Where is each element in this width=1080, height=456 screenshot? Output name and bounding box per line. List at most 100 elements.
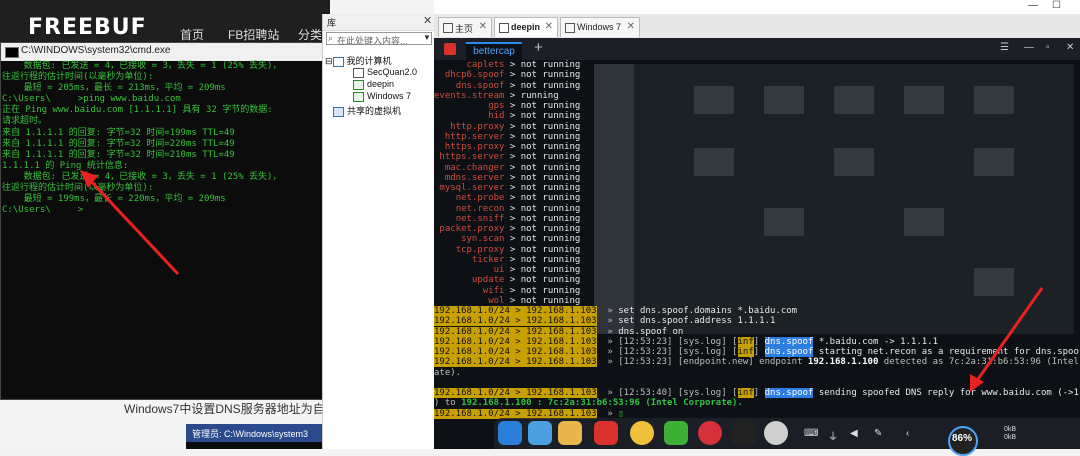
close-icon[interactable]: ✕ [479,21,487,32]
module-status: not running [520,224,581,234]
terminal-icon[interactable] [594,421,618,445]
maximize-icon[interactable]: ☐ [1052,0,1061,11]
tree-item-vm-deepin[interactable]: deepin [353,79,394,90]
site-logo[interactable]: FREEBUF [28,15,147,40]
cmd-line: 1.1.1.1 的 Ping 统计信息: [2,160,129,171]
module-status: not running [520,60,581,70]
volume-icon[interactable]: ◀ [850,428,858,439]
tree-label: SecQuan2.0 [367,67,418,77]
tree-item-my-computer[interactable]: ⊟ 我的计算机 [325,54,392,67]
dropdown-arrow-icon[interactable]: ▼ [423,33,431,42]
cmd-titlebar[interactable]: C:\WINDOWS\system32\cmd.exe [1,43,327,61]
nav-category[interactable]: 分类 [298,26,322,43]
module-row: https.proxy > not running [444,142,581,152]
cmd-window[interactable]: C:\WINDOWS\system32\cmd.exe 数据包: 已发送 = 4… [0,42,328,400]
log-source: [sys.log] [677,336,727,347]
module-row: mysql.server > not running [439,183,581,193]
cmd-line: 来自 1.1.1.1 的回复: 字节=32 时间=220ms TTL=49 [2,138,235,149]
usb-icon[interactable]: ⏚ [828,428,838,443]
music-icon[interactable] [698,421,722,445]
module-row: https.server > not running [439,152,581,163]
tree-item-vm-secquan[interactable]: SecQuan2.0 [353,67,417,78]
maximize-icon[interactable]: ▫ [1046,42,1050,53]
module-status: not running [520,203,581,214]
module-status: not running [520,131,581,142]
close-icon[interactable]: ✕ [627,21,635,32]
launcher-icon[interactable] [498,421,522,445]
cmd-line: 往返行程的估计时间(以毫秒为单位): [2,72,154,83]
close-icon[interactable]: ✕ [1066,42,1074,53]
tree-label: 共享的虚拟机 [347,106,402,116]
module-row: net.sniff > not running [455,213,581,224]
tree-item-shared-vms[interactable]: 共享的虚拟机 [333,104,401,117]
module-status: not running [520,172,581,183]
terminal-app-icon[interactable] [444,43,456,55]
collapse-icon[interactable]: ⊟ [325,56,333,66]
chrome-icon[interactable] [630,421,654,445]
cmd-output[interactable]: 数据包: 已发送 = 4，已接收 = 3，丢失 = 1 (25% 丢失)， 往返行… [1,61,327,399]
nav-jobs[interactable]: FB招聘站 [228,26,279,43]
module-row: dns.spoof > not running [455,80,581,91]
module-status: not running [520,275,581,286]
prompt-net: 192.168.1.0/24 [434,306,510,316]
app-store-icon[interactable] [558,421,582,445]
prompt-ip: 192.168.1.103 [526,336,597,347]
module-name: caplets [466,60,505,70]
library-close-icon[interactable]: ✕ [423,14,432,27]
module-name: ui [493,265,505,275]
module-row: syn.scan > not running [461,234,581,245]
cmd-line: 最短 = 199ms，最长 = 220ms，平均 = 209ms [2,194,226,205]
qq-icon[interactable] [732,421,756,445]
command: set dns.spoof.domains *.baidu.com [618,306,798,316]
prompt-line: 192.168.1.0/24 > 192.168.1.103 » set dns… [434,316,776,327]
terminal-output[interactable]: caplets > not running dhcp6.spoof > not … [434,60,1080,420]
minimize-icon[interactable]: — [1028,0,1038,11]
tab-windows7[interactable]: Windows 7 ✕ [560,17,640,37]
cpu-value: 86 [952,433,964,444]
tree-item-vm-windows7[interactable]: Windows 7 [353,91,411,102]
log-message: ) to [434,398,456,409]
module-status: not running [520,101,581,111]
module-row: hid > not running [488,111,581,122]
file-manager-icon[interactable] [528,421,552,445]
prompt-net: 192.168.1.0/24 [434,388,510,398]
terminal-tab[interactable]: bettercap [466,42,522,60]
module-status: not running [520,265,581,275]
new-tab-icon[interactable]: + [534,39,543,56]
module-name: mdns.server [444,172,505,183]
module-row: packet.proxy > not running [439,224,581,234]
deepin-terminal[interactable]: bettercap + ☰ — ▫ ✕ caplets > not runnin… [434,38,1080,449]
cmd-line: C:\Users\ >ping www.baidu.com [2,94,181,105]
minimize-icon[interactable]: — [1024,42,1034,53]
log-message: sending spoofed DNS reply for www.baidu.… [818,388,1080,398]
cpu-usage: 86% [952,433,972,444]
tab-deepin[interactable]: deepin ✕ [494,17,558,37]
pen-icon[interactable]: ✎ [874,428,882,439]
log-line: 192.168.1.0/24 > 192.168.1.103 » [12:53:… [434,347,1080,357]
menu-icon[interactable]: ☰ [1000,42,1009,53]
module-row: events.stream > running [434,90,559,101]
module-name: hid [488,111,505,122]
wechat-icon[interactable] [664,421,688,445]
log-message: *.baidu.com -> 1.1.1.1 [818,336,939,347]
module-status: not running [520,70,581,81]
module-name: tcp.proxy [455,244,505,255]
net-down: 0kB [1004,434,1017,441]
tree-label: deepin [367,79,395,89]
close-icon[interactable]: ✕ [545,21,553,32]
module-name: https.server [439,152,505,163]
library-header: 库 ✕ [323,14,435,31]
log-vendor: (Intel Corpor [1046,357,1079,368]
tab-home[interactable]: 主页 ✕ [438,17,492,37]
keyboard-icon[interactable]: ⌨ [804,428,818,439]
settings-icon[interactable] [764,421,788,445]
module-status: not running [520,295,581,306]
tree-label: 我的计算机 [346,56,392,66]
cmd-line: C:\Users\ > [2,205,84,216]
module-name: wol [488,295,505,306]
module-status: not running [520,244,581,255]
log-level: inf [737,336,754,347]
module-name: net.sniff [455,213,505,224]
nav-home[interactable]: 首页 [180,26,204,43]
chevron-left-icon[interactable]: ‹ [906,428,909,439]
